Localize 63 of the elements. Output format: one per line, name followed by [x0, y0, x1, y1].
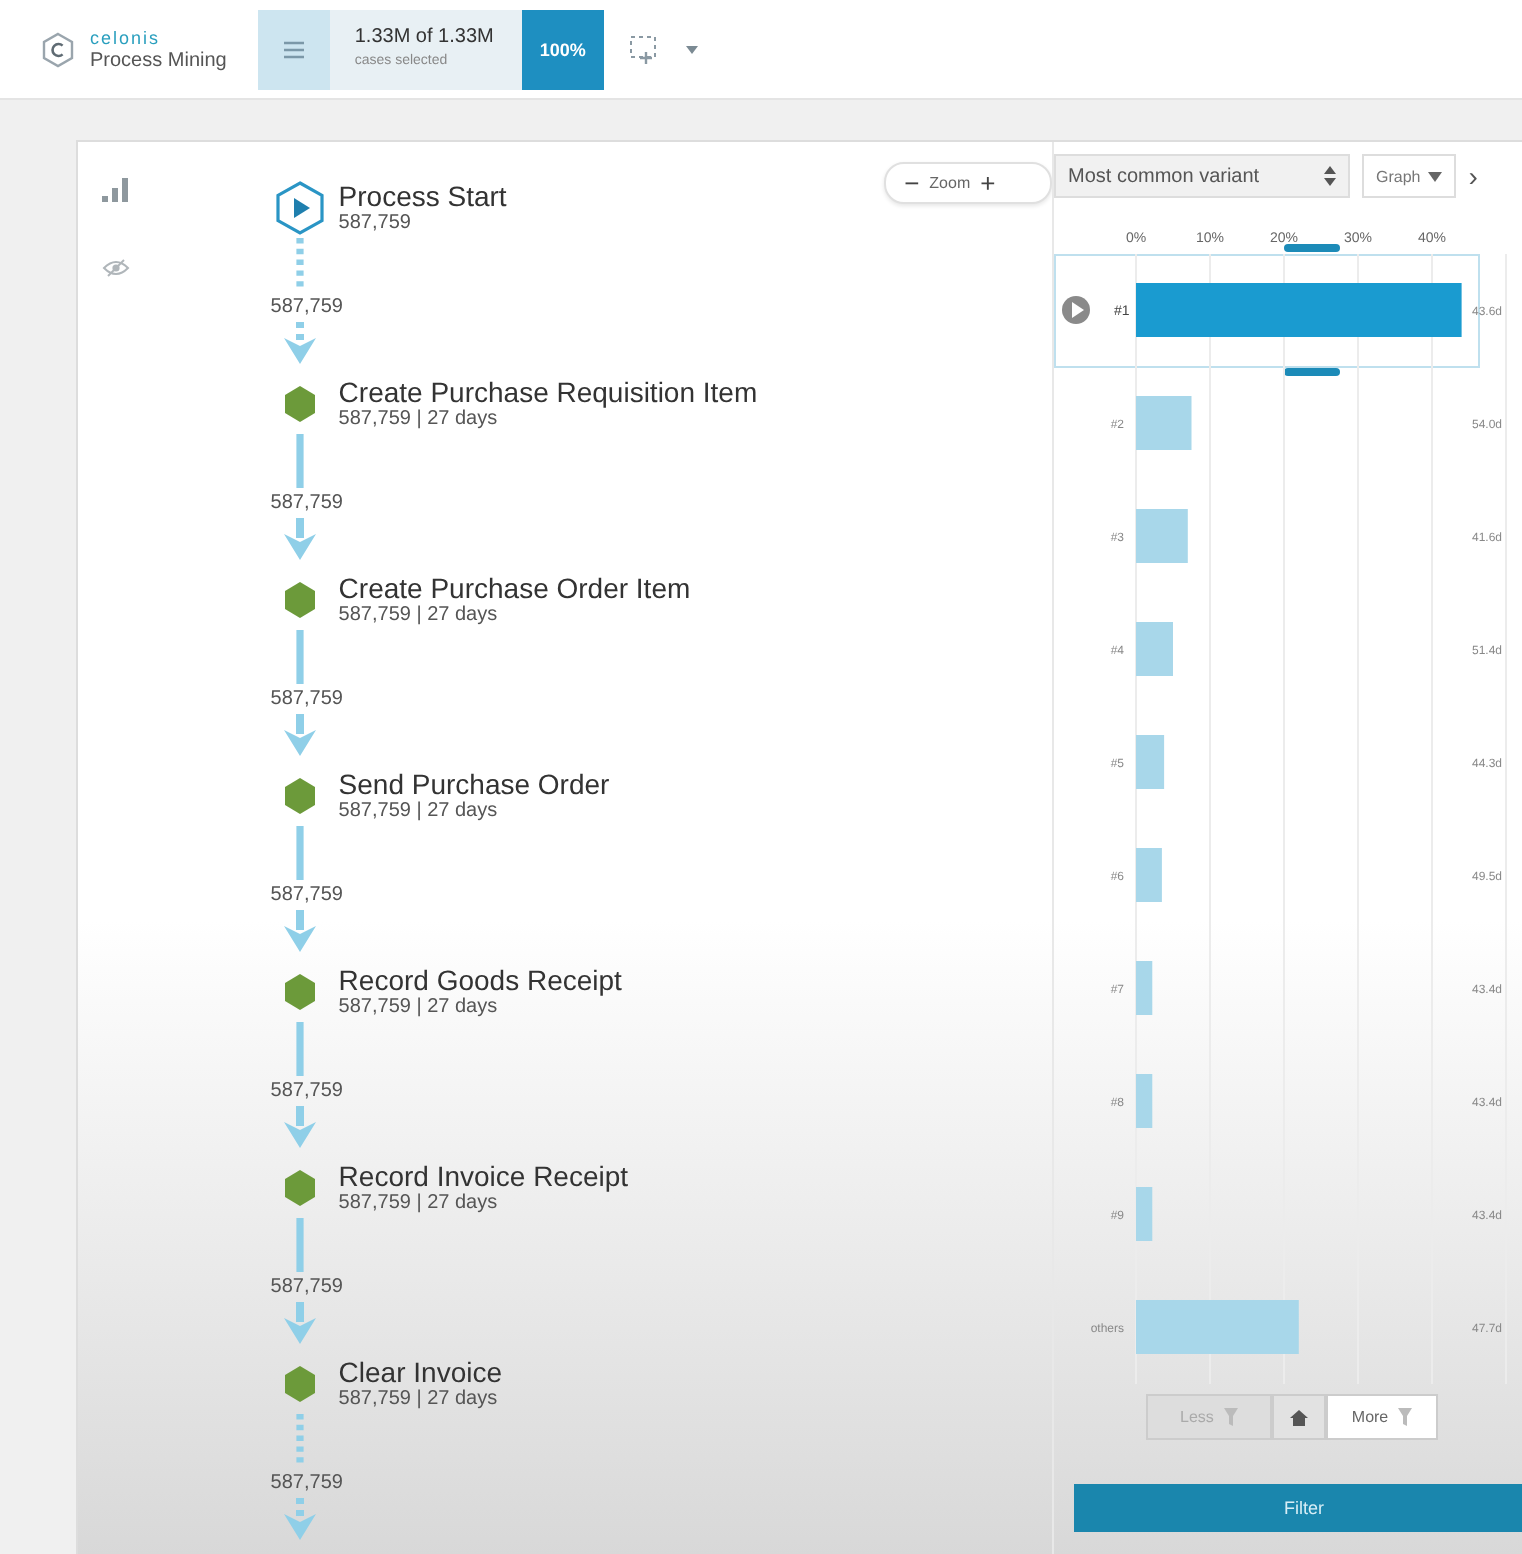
arrow-icon	[282, 518, 319, 562]
arrow-icon	[282, 322, 319, 366]
zoom-out-button[interactable]: −	[894, 168, 930, 198]
bar-chart-icon[interactable]	[101, 178, 130, 202]
edge-label: 587,759	[270, 1276, 343, 1298]
caret-icon	[1428, 171, 1443, 181]
activity-stats: 587,759 | 27 days	[338, 800, 500, 822]
activity-name: Create Purchase Requisition Item	[338, 378, 758, 408]
sort-arrows-icon	[1324, 166, 1336, 186]
arrow-icon	[282, 910, 319, 954]
activity-name: Clear Invoice	[338, 1358, 502, 1388]
activity-stats: 587,759 | 27 days	[338, 408, 500, 430]
cases-count: 1.33M of 1.33M	[354, 25, 494, 49]
edge-label: 587,759	[270, 1080, 343, 1102]
logo-icon	[40, 31, 76, 67]
filter-icon	[1398, 1408, 1413, 1426]
edge-label: 587,759	[270, 884, 343, 906]
activity-stats: 587,759 | 27 days	[338, 604, 500, 626]
menu-button[interactable]	[258, 9, 331, 89]
edge-label: 587,759	[270, 296, 343, 318]
brand-name: celonis	[90, 27, 163, 49]
drag-handle[interactable]	[1284, 244, 1340, 252]
bar[interactable]	[1136, 1074, 1153, 1128]
edge-label: 587,759	[270, 492, 343, 514]
arrow-icon	[282, 1498, 319, 1542]
activity-stats: 587,759 | 27 days	[338, 996, 500, 1018]
home-icon	[1289, 1409, 1308, 1425]
bar[interactable]	[1136, 735, 1165, 789]
activity-name: Create Purchase Order Item	[338, 574, 691, 604]
percentage-badge: 100%	[521, 9, 604, 89]
arrow-icon	[282, 714, 319, 758]
zoom-control[interactable]: − Zoom +	[884, 162, 1052, 204]
menu-icon	[282, 39, 307, 59]
arrow-icon	[282, 1106, 319, 1150]
graph-button[interactable]: Graph	[1362, 154, 1457, 198]
activity-name: Record Invoice Receipt	[338, 1162, 629, 1192]
selection-icon[interactable]	[627, 33, 660, 65]
activity-name: Record Goods Receipt	[338, 966, 622, 996]
play-hexagon-icon	[272, 180, 329, 236]
product-name: Process Mining	[90, 49, 227, 71]
edge-label: 587,759	[270, 1472, 343, 1494]
activity-stats: 587,759	[338, 212, 413, 234]
activity-name: Send Purchase Order	[338, 770, 610, 800]
home-button[interactable]	[1271, 1394, 1326, 1440]
activity-stats: 587,759 | 27 days	[338, 1388, 500, 1410]
arrow-icon	[282, 1302, 319, 1346]
play-icon[interactable]	[1062, 296, 1090, 324]
activity-stats: 587,759 | 27 days	[338, 1192, 500, 1214]
more-button[interactable]: More	[1325, 1394, 1439, 1440]
filter-icon	[1223, 1408, 1238, 1426]
variant-select[interactable]: Most common variant	[1054, 154, 1350, 198]
zoom-in-button[interactable]: +	[970, 168, 1006, 198]
edge-label: 587,759	[270, 688, 343, 710]
zoom-label: Zoom	[929, 174, 971, 192]
bar[interactable]	[1136, 848, 1162, 902]
eye-slash-icon[interactable]	[101, 258, 130, 278]
bar[interactable]	[1136, 961, 1153, 1015]
drag-handle[interactable]	[1284, 368, 1340, 376]
next-button[interactable]: ›	[1468, 160, 1478, 192]
filter-button[interactable]: Filter	[1074, 1484, 1522, 1532]
activity-name: Process Start	[338, 182, 507, 212]
dropdown-caret-icon[interactable]	[683, 43, 700, 55]
bar[interactable]	[1136, 1187, 1153, 1241]
